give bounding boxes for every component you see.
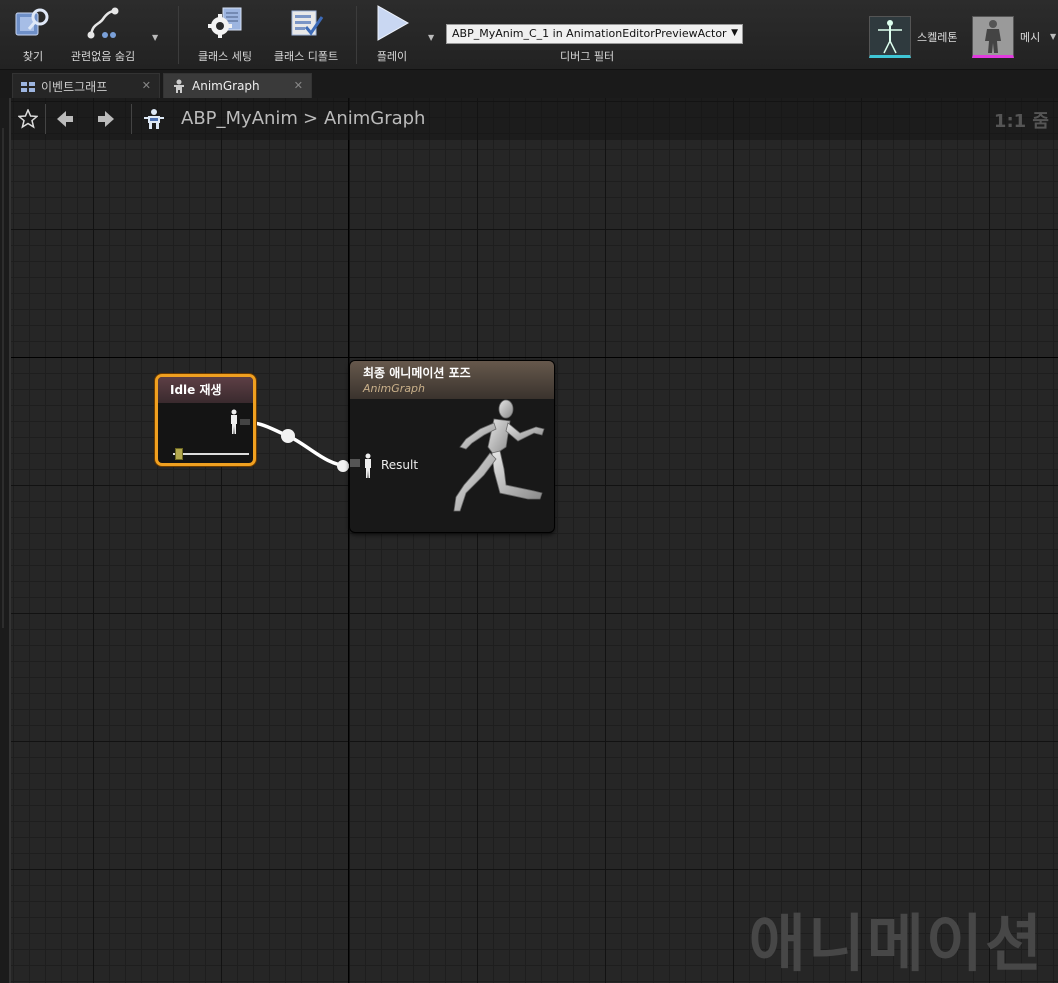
pose-output-pin-icon[interactable] <box>229 409 239 439</box>
anim-graph-canvas[interactable]: ABP_MyAnim > AnimGraph 1:1 줌 Idle 재생 최종 … <box>10 98 1058 983</box>
class-defaults-label: 클래스 디폴트 <box>273 50 339 63</box>
pose-link-wire[interactable] <box>11 98 1058 983</box>
graph-type-watermark: 애니메이션 <box>748 907 1044 980</box>
skeleton-label: 스켈레톤 <box>917 31 958 44</box>
find-button[interactable]: 찾기 <box>11 4 55 66</box>
anim-graph-icon <box>172 79 186 93</box>
find-label: 찾기 <box>22 50 44 63</box>
left-panel-edge <box>0 98 10 983</box>
hide-unrelated-dropdown-icon[interactable]: ▼ <box>152 33 158 42</box>
play-dropdown-icon[interactable]: ▼ <box>428 33 434 42</box>
idle-play-node[interactable]: Idle 재생 <box>155 374 256 466</box>
hide-unrelated-icon <box>82 4 124 42</box>
result-pin-socket[interactable] <box>350 459 360 467</box>
toolbar-divider <box>356 6 357 64</box>
playback-progress-handle[interactable] <box>175 448 183 460</box>
tab-event-graph[interactable]: 이벤트그래프 ✕ <box>12 73 160 98</box>
splitter-handle[interactable] <box>2 128 4 628</box>
play-icon <box>371 4 413 42</box>
debug-object-value: ABP_MyAnim_C_1 in AnimationEditorPreview… <box>452 27 727 40</box>
debug-filter-label: 디버그 필터 <box>560 50 615 63</box>
class-defaults-button[interactable]: 클래스 디폴트 <box>268 4 344 66</box>
tab-anim-graph[interactable]: AnimGraph ✕ <box>163 73 312 98</box>
pose-output-pin-socket[interactable] <box>240 419 250 425</box>
class-settings-label: 클래스 세팅 <box>197 50 253 63</box>
tab-event-graph-label: 이벤트그래프 <box>41 79 108 94</box>
toolbar-divider <box>178 6 179 64</box>
final-pose-title: 최종 애니메이션 포즈 <box>363 366 471 380</box>
debug-object-select[interactable]: ABP_MyAnim_C_1 in AnimationEditorPreview… <box>446 24 743 44</box>
mesh-icon <box>972 16 1014 58</box>
mode-dropdown-icon[interactable]: ▼ <box>1050 32 1056 41</box>
running-mannequin-icon <box>444 399 554 532</box>
result-pin-icon[interactable] <box>363 453 373 483</box>
chevron-down-icon: ▼ <box>731 28 738 38</box>
hide-unrelated-button[interactable]: 관련없음 숨김 <box>63 4 143 66</box>
toolbar: 찾기 관련없음 숨김 ▼ 클래스 세팅 클래스 디폴트 플레이 ▼ ABP_My… <box>0 0 1058 70</box>
grid-icon <box>21 81 35 92</box>
class-settings-button[interactable]: 클래스 세팅 <box>192 4 258 66</box>
gear-icon <box>204 4 246 42</box>
play-button[interactable]: 플레이 <box>368 4 416 66</box>
result-pin-label: Result <box>381 458 419 472</box>
skeleton-mode-button[interactable]: 스켈레톤 <box>869 16 957 58</box>
close-icon[interactable]: ✕ <box>294 79 303 92</box>
final-pose-header: 최종 애니메이션 포즈 AnimGraph <box>350 361 554 399</box>
tab-anim-graph-label: AnimGraph <box>192 79 260 93</box>
final-pose-subtitle: AnimGraph <box>363 382 426 395</box>
final-animation-pose-node[interactable]: 최종 애니메이션 포즈 AnimGraph Result <box>349 360 555 533</box>
tab-bar: 이벤트그래프 ✕ AnimGraph ✕ <box>0 70 1058 98</box>
close-icon[interactable]: ✕ <box>142 79 151 92</box>
skeleton-icon <box>869 16 911 58</box>
mesh-label: 메시 <box>1020 31 1041 44</box>
find-icon <box>12 4 54 42</box>
playback-progress-bar <box>173 453 249 455</box>
play-label: 플레이 <box>376 50 408 63</box>
checklist-icon <box>285 4 327 42</box>
hide-unrelated-label: 관련없음 숨김 <box>70 50 136 63</box>
idle-node-title: Idle 재생 <box>158 377 253 403</box>
mesh-mode-button[interactable]: 메시 <box>972 16 1040 58</box>
